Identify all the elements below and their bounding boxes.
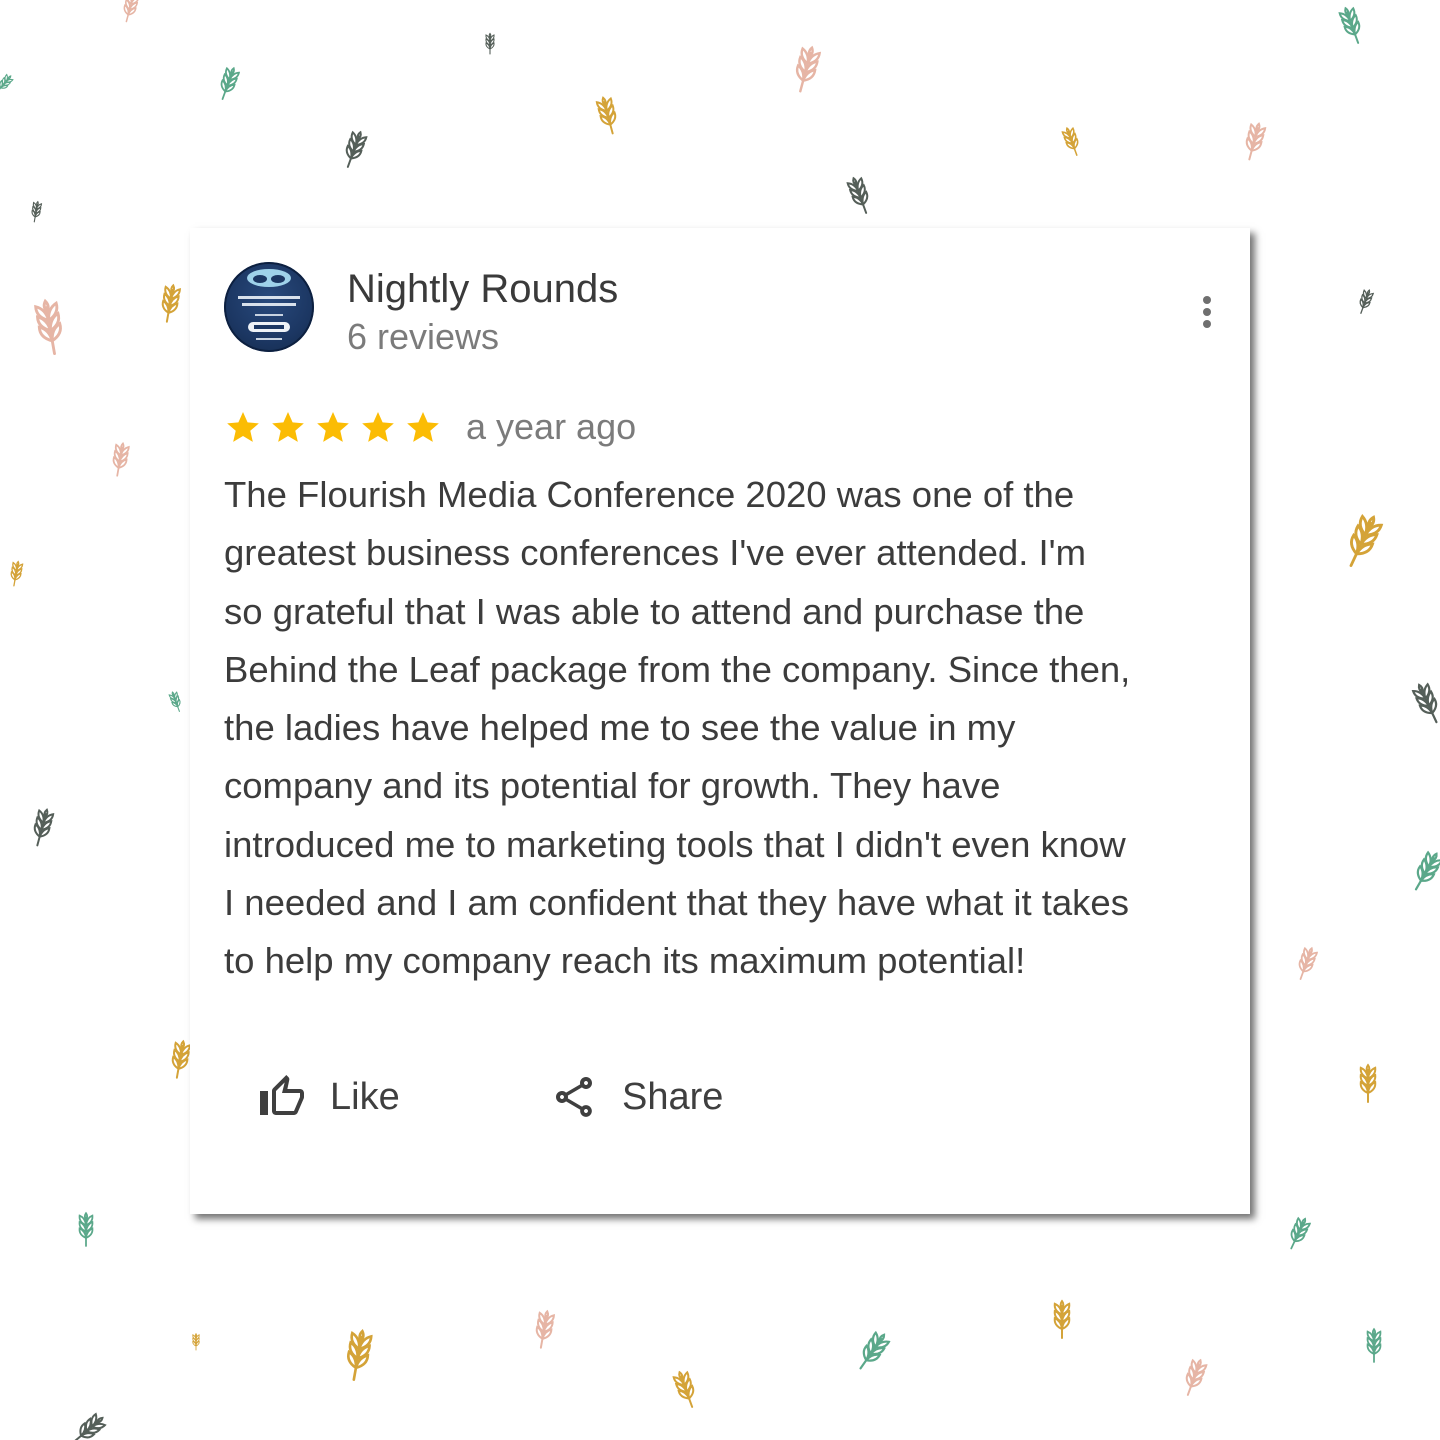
wheat-icon: [535, 1309, 555, 1349]
wheat-icon: [1185, 1358, 1208, 1396]
review-count[interactable]: 6 reviews: [347, 315, 499, 359]
wheat-icon: [192, 1332, 200, 1351]
wheat-icon: [123, 0, 140, 23]
wheat-icon: [1366, 1327, 1382, 1363]
wheat-icon: [1349, 514, 1384, 567]
star-icon: [317, 411, 349, 442]
wheat-icon: [168, 691, 181, 712]
like-button[interactable]: Like: [258, 1068, 400, 1126]
wheat-icon: [73, 1412, 107, 1440]
wheat-icon: [1061, 126, 1079, 156]
nightly-rounds-logo: [224, 262, 314, 352]
star-icon: [227, 411, 259, 442]
wheat-icon: [78, 1211, 94, 1247]
review-card: Nightly Rounds 6 reviews a year ago The …: [190, 228, 1250, 1214]
wheat-icon: [1053, 1299, 1071, 1339]
wheat-icon: [161, 283, 181, 323]
wheat-icon: [1290, 1216, 1312, 1250]
wheat-icon: [1298, 946, 1319, 980]
share-icon: [556, 1077, 592, 1117]
wheat-icon: [34, 298, 62, 356]
wheat-icon: [33, 808, 55, 847]
wheat-icon: [1338, 6, 1361, 44]
wheat-icon: [347, 1329, 373, 1381]
wheat-icon: [0, 73, 14, 93]
thumb-up-outline-icon: [260, 1075, 304, 1115]
wheat-icon: [1359, 1063, 1377, 1103]
wheat-icon: [672, 1370, 695, 1408]
reviewer-name[interactable]: Nightly Rounds: [347, 265, 618, 313]
wheat-icon: [171, 1039, 191, 1079]
wheat-icon: [345, 130, 368, 168]
like-label: Like: [330, 1075, 400, 1118]
avatar[interactable]: [224, 262, 314, 352]
star-icon: [407, 411, 439, 442]
review-time: a year ago: [466, 406, 637, 447]
more-vert-icon-dot: [1203, 308, 1211, 316]
wheat-icon: [846, 176, 869, 214]
wheat-icon: [859, 1330, 891, 1370]
wheat-icon: [10, 560, 24, 587]
wheat-icon: [1359, 289, 1375, 314]
wheat-icon: [1245, 122, 1267, 161]
wheat-icon: [1411, 682, 1438, 724]
wheat-icon: [595, 96, 617, 135]
star-rating: [224, 405, 449, 449]
wheat-icon: [220, 66, 241, 100]
wheat-icon: [31, 200, 43, 223]
wheat-icon: [485, 32, 495, 55]
more-options-button[interactable]: [1190, 290, 1226, 334]
wheat-icon: [1414, 850, 1440, 891]
share-label: Share: [622, 1075, 724, 1118]
more-vert-icon-dot: [1203, 296, 1211, 304]
wheat-icon: [112, 442, 130, 477]
share-button[interactable]: Share: [550, 1068, 723, 1126]
more-vert-icon-dot: [1203, 320, 1211, 328]
star-icon: [272, 411, 304, 442]
star-icon: [362, 411, 394, 442]
review-text: The Flourish Media Conference 2020 was o…: [224, 474, 1131, 982]
wheat-icon: [795, 45, 822, 93]
